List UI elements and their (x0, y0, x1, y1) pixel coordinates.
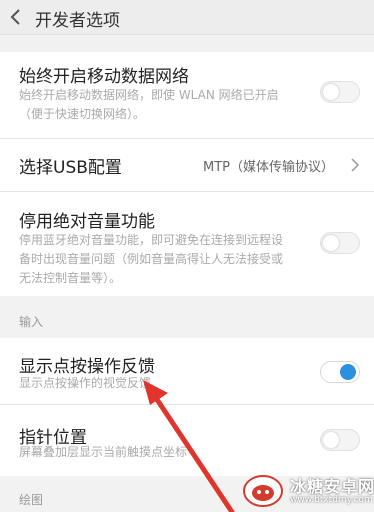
mobile-data-desc-line1: 始终开启移动数据网络，即使 WLAN 网络已开启 (19, 88, 279, 102)
absolute-volume-desc-line2: 备时出现音量问题（例如音量高得让人无法接受或 (19, 252, 284, 266)
absolute-volume-desc-line1: 停用蓝牙绝对音量功能，即可避免在连接到远程设 (19, 233, 284, 247)
mobile-data-toggle[interactable] (320, 81, 360, 103)
show-taps-setting[interactable]: 显示点按操作反馈 显示点按操作的视觉反馈 (0, 338, 374, 404)
pointer-location-setting[interactable]: 指针位置 屏幕叠加层显示当前触摸点坐标 (0, 405, 374, 476)
absolute-volume-setting[interactable]: 停用绝对音量功能 停用蓝牙绝对音量功能，即可避免在连接到远程设 备时出现音量问题… (0, 192, 374, 296)
back-arrow-icon[interactable] (8, 8, 24, 26)
absolute-volume-desc-line3: 无法控制音量等）。 (19, 271, 122, 285)
usb-config-title: 选择USB配置 (19, 158, 122, 178)
mobile-data-setting[interactable]: 始终开启移动数据网络 始终开启移动数据网络，即使 WLAN 网络已开启 （便于快… (0, 52, 374, 138)
app-bar: 开发者选项 (0, 0, 374, 35)
watermark-name: 冰糖安卓网 (290, 477, 374, 496)
show-taps-desc: 显示点按操作的视觉反馈 (19, 376, 152, 390)
usb-config-value: MTP（媒体传输协议） (203, 160, 334, 175)
pointer-location-desc: 屏幕叠加层显示当前触摸点坐标 (19, 445, 188, 459)
section-label-input: 输入 (19, 315, 44, 329)
usb-config-setting[interactable]: 选择USB配置 MTP（媒体传输协议） (0, 139, 374, 191)
mobile-data-title: 始终开启移动数据网络 (19, 67, 189, 87)
section-header-input: 输入 (0, 296, 374, 338)
page-title: 开发者选项 (35, 11, 120, 31)
watermark-url: www.btxtdmy.com (290, 495, 373, 505)
chevron-right-icon (351, 158, 360, 172)
site-watermark: 冰糖安卓网 www.btxtdmy.com (236, 468, 374, 512)
watermark-logo-icon (243, 475, 283, 507)
mobile-data-desc-line2: （便于快速切换网络）。 (19, 107, 146, 121)
section-label-drawing: 绘图 (19, 493, 44, 507)
show-taps-toggle[interactable] (320, 361, 360, 383)
absolute-volume-toggle[interactable] (320, 232, 360, 254)
absolute-volume-title: 停用绝对音量功能 (19, 212, 155, 232)
pointer-location-toggle[interactable] (320, 429, 360, 451)
